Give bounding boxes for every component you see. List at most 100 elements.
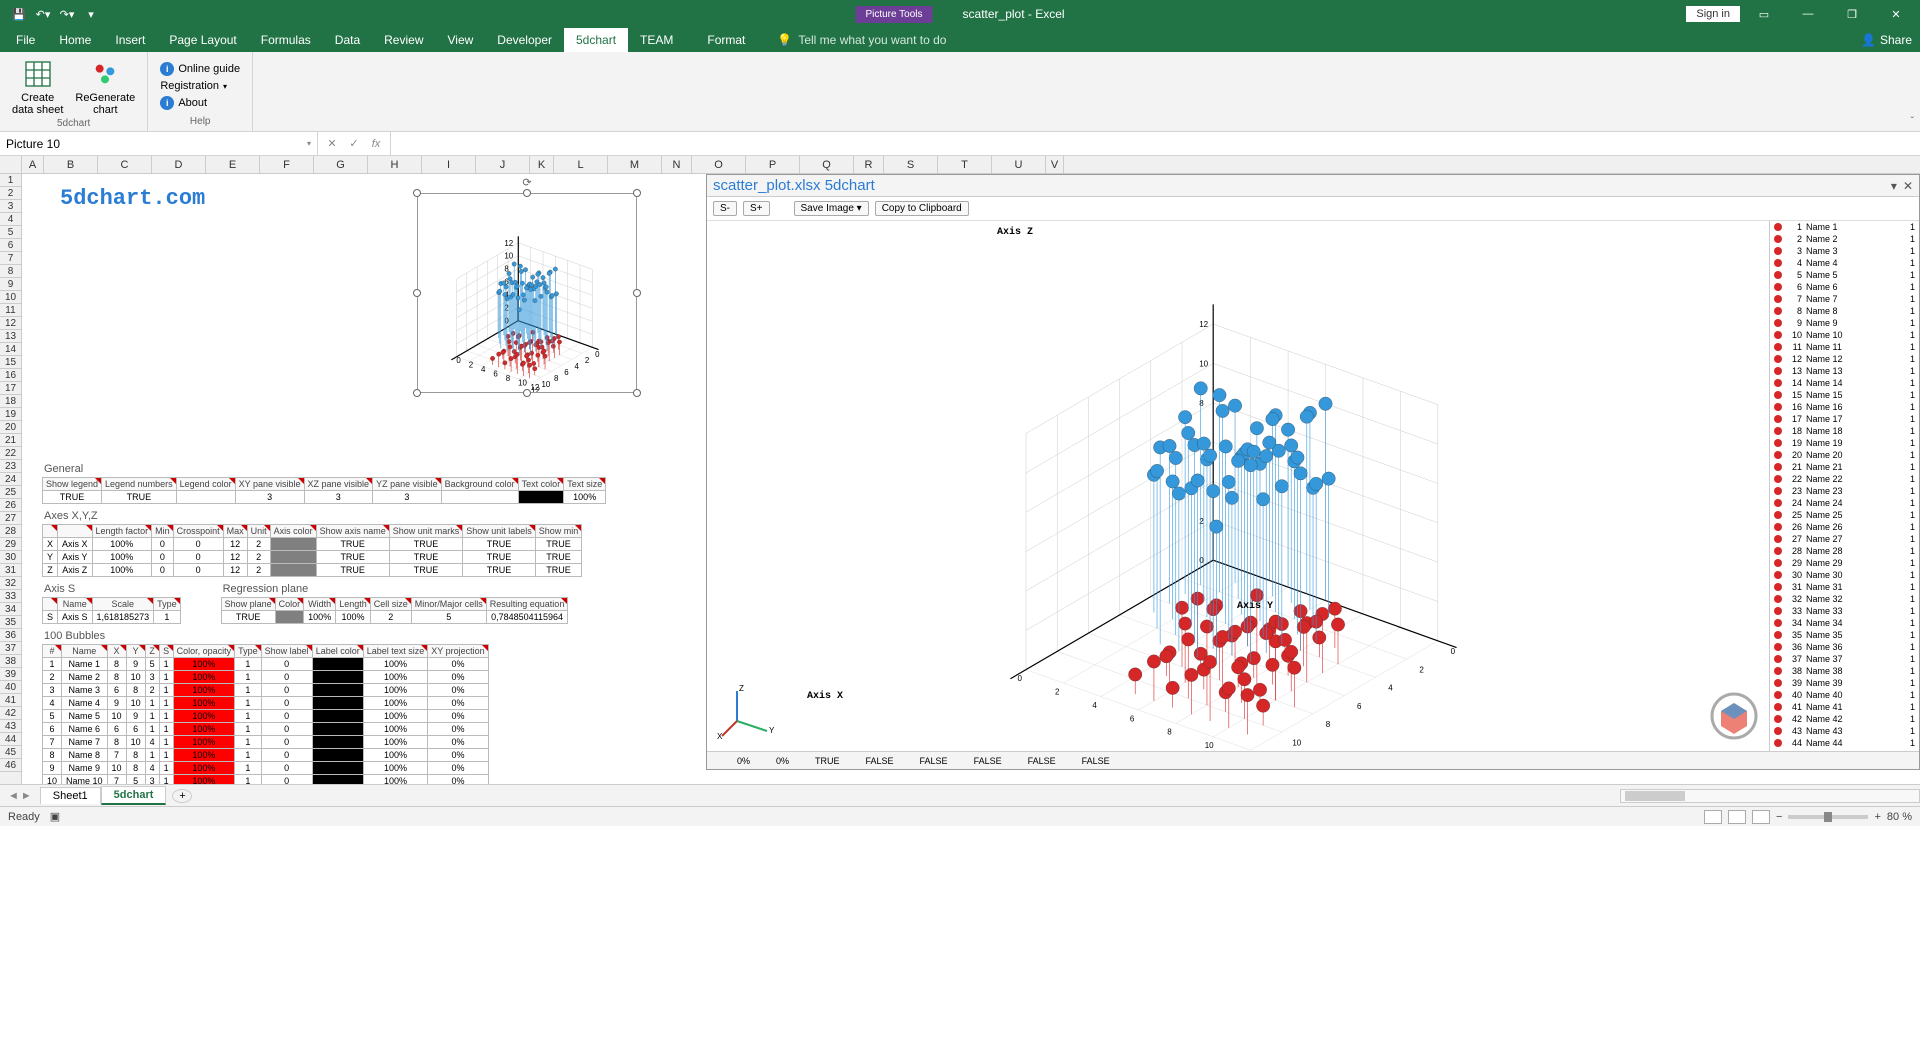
legend-item[interactable]: 11 Name 111	[1770, 341, 1919, 353]
row-header[interactable]: 24	[0, 473, 21, 486]
page-layout-view-icon[interactable]	[1728, 810, 1746, 824]
page-break-view-icon[interactable]	[1752, 810, 1770, 824]
tab-review[interactable]: Review	[372, 28, 435, 52]
column-header[interactable]: A	[22, 156, 44, 173]
resize-handle[interactable]	[633, 189, 641, 197]
regenerate-chart-button[interactable]: ReGenerate chart	[71, 56, 139, 118]
legend-item[interactable]: 37 Name 371	[1770, 653, 1919, 665]
s-minus-button[interactable]: S-	[713, 201, 737, 216]
redo-icon[interactable]: ↷▾	[56, 3, 78, 25]
tab-team[interactable]: TEAM	[628, 28, 685, 52]
axis-s-table[interactable]: NameScaleTypeSAxis S1,6181852731	[42, 597, 181, 624]
row-header[interactable]: 46	[0, 759, 21, 772]
qat-customize-icon[interactable]: ▾	[80, 3, 102, 25]
regression-table[interactable]: Show planeColorWidthLengthCell sizeMinor…	[221, 597, 569, 624]
column-header[interactable]: E	[206, 156, 260, 173]
row-header[interactable]: 30	[0, 551, 21, 564]
legend-item[interactable]: 15 Name 151	[1770, 389, 1919, 401]
legend-item[interactable]: 1 Name 11	[1770, 221, 1919, 233]
legend-item[interactable]: 33 Name 331	[1770, 605, 1919, 617]
row-header[interactable]: 17	[0, 382, 21, 395]
column-header[interactable]: U	[992, 156, 1046, 173]
add-sheet-button[interactable]: +	[172, 789, 192, 803]
legend-item[interactable]: 6 Name 61	[1770, 281, 1919, 293]
column-header[interactable]: K	[530, 156, 554, 173]
row-header[interactable]: 3	[0, 200, 21, 213]
s-plus-button[interactable]: S+	[743, 201, 770, 216]
row-header[interactable]: 34	[0, 603, 21, 616]
tab-view[interactable]: View	[436, 28, 486, 52]
row-header[interactable]: 9	[0, 278, 21, 291]
column-header[interactable]: R	[854, 156, 884, 173]
save-image-button[interactable]: Save Image ▾	[794, 201, 869, 216]
column-header[interactable]: H	[368, 156, 422, 173]
row-header[interactable]: 11	[0, 304, 21, 317]
row-header[interactable]: 37	[0, 642, 21, 655]
column-header[interactable]: J	[476, 156, 530, 173]
scatter-3d-chart[interactable]: 000222444666888101010121212 Axis Z Axis …	[707, 221, 1769, 751]
row-header[interactable]: 25	[0, 486, 21, 499]
column-header[interactable]: F	[260, 156, 314, 173]
row-header[interactable]: 22	[0, 447, 21, 460]
normal-view-icon[interactable]	[1704, 810, 1722, 824]
zoom-in-icon[interactable]: +	[1874, 811, 1880, 823]
formula-bar[interactable]	[391, 132, 1920, 155]
tab-5dchart[interactable]: 5dchart	[564, 28, 628, 52]
row-header[interactable]: 13	[0, 330, 21, 343]
general-table[interactable]: Show legendLegend numbersLegend colorXY …	[42, 477, 606, 504]
row-header[interactable]: 33	[0, 590, 21, 603]
legend-item[interactable]: 13 Name 131	[1770, 365, 1919, 377]
ribbon-options-icon[interactable]: ▭	[1744, 0, 1784, 28]
legend-item[interactable]: 12 Name 121	[1770, 353, 1919, 365]
legend-item[interactable]: 30 Name 301	[1770, 569, 1919, 581]
row-header[interactable]: 31	[0, 564, 21, 577]
select-all-corner[interactable]	[0, 156, 22, 173]
row-header[interactable]: 4	[0, 213, 21, 226]
column-header[interactable]: G	[314, 156, 368, 173]
legend-item[interactable]: 3 Name 31	[1770, 245, 1919, 257]
tab-file[interactable]: File	[4, 28, 47, 52]
legend-item[interactable]: 24 Name 241	[1770, 497, 1919, 509]
sheet-nav-prev-icon[interactable]: ◄	[8, 790, 19, 802]
minimize-icon[interactable]: —	[1788, 0, 1828, 28]
legend-item[interactable]: 27 Name 271	[1770, 533, 1919, 545]
column-header[interactable]: I	[422, 156, 476, 173]
row-header[interactable]: 18	[0, 395, 21, 408]
legend-item[interactable]: 5 Name 51	[1770, 269, 1919, 281]
row-header[interactable]: 14	[0, 343, 21, 356]
legend-list[interactable]: 1 Name 112 Name 213 Name 314 Name 415 Na…	[1769, 221, 1919, 751]
row-header[interactable]: 23	[0, 460, 21, 473]
view-cube-icon[interactable]	[1709, 691, 1759, 741]
row-header[interactable]: 19	[0, 408, 21, 421]
cancel-formula-icon[interactable]: ✕	[324, 137, 340, 150]
row-header[interactable]: 6	[0, 239, 21, 252]
legend-item[interactable]: 39 Name 391	[1770, 677, 1919, 689]
legend-item[interactable]: 14 Name 141	[1770, 377, 1919, 389]
column-header[interactable]: O	[692, 156, 746, 173]
legend-item[interactable]: 31 Name 311	[1770, 581, 1919, 593]
tab-page-layout[interactable]: Page Layout	[157, 28, 248, 52]
row-header[interactable]: 16	[0, 369, 21, 382]
column-header[interactable]: V	[1046, 156, 1064, 173]
sheet-tab-sheet1[interactable]: Sheet1	[40, 787, 101, 804]
create-data-sheet-button[interactable]: Create data sheet	[8, 56, 67, 118]
legend-item[interactable]: 16 Name 161	[1770, 401, 1919, 413]
legend-item[interactable]: 10 Name 101	[1770, 329, 1919, 341]
pane-dropdown-icon[interactable]: ▾	[1891, 179, 1897, 193]
legend-item[interactable]: 41 Name 411	[1770, 701, 1919, 713]
chart-picture-selected[interactable]: ⟳ 000222444666888101010121212	[417, 193, 637, 393]
legend-item[interactable]: 19 Name 191	[1770, 437, 1919, 449]
legend-item[interactable]: 7 Name 71	[1770, 293, 1919, 305]
copy-clipboard-button[interactable]: Copy to Clipboard	[875, 201, 969, 216]
column-header[interactable]: D	[152, 156, 206, 173]
resize-handle[interactable]	[413, 389, 421, 397]
column-header[interactable]: L	[554, 156, 608, 173]
collapse-ribbon-icon[interactable]: ˇ	[1911, 116, 1914, 127]
save-icon[interactable]: 💾	[8, 3, 30, 25]
rotate-handle-icon[interactable]: ⟳	[522, 176, 531, 189]
legend-item[interactable]: 44 Name 441	[1770, 737, 1919, 749]
legend-item[interactable]: 22 Name 221	[1770, 473, 1919, 485]
row-header[interactable]: 41	[0, 694, 21, 707]
row-header[interactable]: 36	[0, 629, 21, 642]
resize-handle[interactable]	[633, 289, 641, 297]
